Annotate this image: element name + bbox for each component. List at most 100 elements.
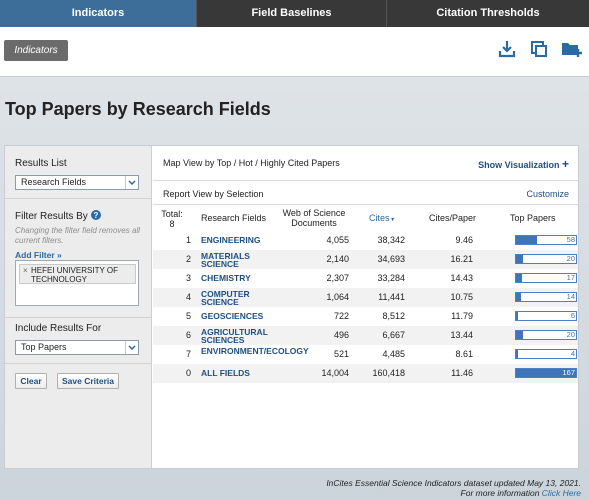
- cites-cell: 8,512: [382, 311, 405, 321]
- include-results-label: Include Results For: [15, 323, 102, 334]
- filter-sidebar: Results List Research Fields Filter Resu…: [5, 146, 152, 468]
- chevron-down-icon: [125, 176, 138, 189]
- cites-cell: 6,667: [382, 330, 405, 340]
- filter-results-label: Filter Results By ?: [15, 210, 101, 222]
- include-results-value: Top Papers: [21, 342, 67, 352]
- tab-indicators[interactable]: Indicators: [0, 0, 196, 27]
- wos-documents-cell: 4,055: [326, 235, 349, 245]
- table-row[interactable]: 1 ENGINEERING 4,055 38,342 9.46 58: [153, 231, 578, 250]
- wos-documents-cell: 521: [333, 349, 349, 359]
- research-field-link[interactable]: ALL FIELDS: [201, 369, 281, 378]
- col-wos-documents[interactable]: Web of Science Documents: [277, 208, 351, 228]
- top-papers-bar[interactable]: 6: [515, 311, 577, 321]
- divider: [5, 198, 151, 199]
- divider: [5, 317, 151, 318]
- table-row[interactable]: 3 CHEMISTRY 2,307 33,284 14.43 17: [153, 269, 578, 288]
- table-row[interactable]: 0 ALL FIELDS 14,004 160,418 11.46 167: [153, 364, 578, 383]
- save-criteria-button[interactable]: Save Criteria: [57, 373, 119, 389]
- research-field-link[interactable]: ENVIRONMENT/ECOLOGY: [201, 347, 309, 356]
- print-icon[interactable]: [530, 40, 548, 58]
- top-papers-value: 17: [566, 273, 575, 282]
- top-papers-value: 6: [570, 311, 575, 320]
- add-folder-icon[interactable]: [561, 40, 583, 58]
- top-papers-bar[interactable]: 20: [515, 254, 577, 264]
- customize-link[interactable]: Customize: [526, 189, 569, 199]
- filter-box: × HEFEI UNIVERSITY OF TECHNOLOGY: [15, 260, 139, 306]
- table-row[interactable]: 7 ENVIRONMENT/ECOLOGY 521 4,485 8.61 4: [153, 345, 578, 364]
- download-icon[interactable]: [498, 40, 516, 58]
- rank-cell: 0: [185, 368, 191, 378]
- tab-field-baselines[interactable]: Field Baselines: [196, 0, 386, 27]
- research-field-link[interactable]: AGRICULTURAL SCIENCES: [201, 328, 281, 345]
- filter-chip-label: HEFEI UNIVERSITY OF TECHNOLOGY: [31, 266, 118, 284]
- top-papers-bar-fill: [516, 312, 518, 320]
- rank-cell: 4: [185, 292, 191, 302]
- top-papers-bar[interactable]: 4: [515, 349, 577, 359]
- research-field-link[interactable]: MATERIALS SCIENCE: [201, 252, 281, 269]
- cites-per-paper-cell: 9.46: [455, 235, 473, 245]
- toolbar: Indicators: [0, 27, 589, 77]
- page-title: Top Papers by Research Fields: [5, 99, 271, 119]
- svg-text:?: ?: [93, 211, 98, 220]
- top-papers-bar[interactable]: 167: [515, 368, 577, 378]
- map-view-label: Map View by Top / Hot / Highly Cited Pap…: [163, 158, 340, 168]
- wos-documents-cell: 14,004: [321, 368, 349, 378]
- results-list-select[interactable]: Research Fields: [15, 175, 139, 190]
- table-row[interactable]: 5 GEOSCIENCES 722 8,512 11.79 6: [153, 307, 578, 326]
- remove-filter-icon[interactable]: ×: [23, 266, 28, 275]
- wos-documents-cell: 1,064: [326, 292, 349, 302]
- top-nav: Indicators Field Baselines Citation Thre…: [0, 0, 589, 27]
- research-field-link[interactable]: COMPUTER SCIENCE: [201, 290, 281, 307]
- top-papers-bar[interactable]: 14: [515, 292, 577, 302]
- breadcrumb-indicators[interactable]: Indicators: [4, 40, 68, 61]
- top-papers-bar-fill: [516, 255, 523, 263]
- table-row[interactable]: 2 MATERIALS SCIENCE 2,140 34,693 16.21 20: [153, 250, 578, 269]
- col-top-papers[interactable]: Top Papers: [510, 213, 556, 223]
- top-papers-bar[interactable]: 17: [515, 273, 577, 283]
- cites-per-paper-cell: 11.79: [451, 311, 473, 321]
- col-cites-per-paper[interactable]: Cites/Paper: [429, 213, 476, 223]
- click-here-link[interactable]: Click Here: [542, 488, 581, 498]
- include-results-select[interactable]: Top Papers: [15, 340, 139, 355]
- filter-chip: × HEFEI UNIVERSITY OF TECHNOLOGY: [19, 264, 136, 284]
- help-icon[interactable]: ?: [90, 210, 101, 220]
- plus-icon: +: [561, 157, 569, 171]
- filter-hint: Changing the filter field removes all cu…: [15, 226, 140, 245]
- rank-cell: 6: [185, 330, 191, 340]
- show-visualization-link[interactable]: Show Visualization +: [478, 157, 569, 171]
- clear-button[interactable]: Clear: [15, 373, 47, 389]
- col-research-fields[interactable]: Research Fields: [201, 213, 266, 223]
- cites-cell: 4,485: [382, 349, 405, 359]
- report-view-label: Report View by Selection: [163, 189, 264, 199]
- col-cites[interactable]: Cites ▾: [369, 213, 394, 225]
- wos-documents-cell: 722: [333, 311, 349, 321]
- research-field-link[interactable]: ENGINEERING: [201, 236, 281, 245]
- top-papers-bar-fill: [516, 331, 523, 339]
- top-papers-bar[interactable]: 20: [515, 330, 577, 340]
- sort-desc-icon: ▾: [389, 217, 395, 223]
- cites-per-paper-cell: 13.44: [450, 330, 473, 340]
- cites-per-paper-cell: 10.75: [450, 292, 473, 302]
- cites-per-paper-cell: 16.21: [450, 254, 473, 264]
- top-papers-bar-fill: [516, 274, 522, 282]
- rank-cell: 3: [185, 273, 191, 283]
- research-field-link[interactable]: GEOSCIENCES: [201, 312, 281, 321]
- cites-cell: 38,342: [377, 235, 405, 245]
- table-row[interactable]: 6 AGRICULTURAL SCIENCES 496 6,667 13.44 20: [153, 326, 578, 345]
- research-field-link[interactable]: CHEMISTRY: [201, 274, 281, 283]
- top-papers-bar-fill: [516, 350, 518, 358]
- wos-documents-cell: 2,307: [326, 273, 349, 283]
- top-papers-value: 20: [566, 254, 575, 263]
- chevron-down-icon: [125, 341, 138, 354]
- top-papers-value: 14: [566, 292, 575, 301]
- table-row[interactable]: 4 COMPUTER SCIENCE 1,064 11,441 10.75 14: [153, 288, 578, 307]
- results-panel: Results List Research Fields Filter Resu…: [4, 145, 579, 469]
- top-papers-bar[interactable]: 58: [515, 235, 577, 245]
- top-papers-value: 58: [566, 235, 575, 244]
- tab-citation-thresholds[interactable]: Citation Thresholds: [386, 0, 589, 27]
- add-filter-link[interactable]: Add Filter »: [15, 250, 62, 260]
- cites-cell: 160,418: [372, 368, 405, 378]
- top-papers-bar-fill: [516, 236, 537, 244]
- cites-per-paper-cell: 11.46: [451, 368, 473, 378]
- cites-per-paper-cell: 8.61: [455, 349, 473, 359]
